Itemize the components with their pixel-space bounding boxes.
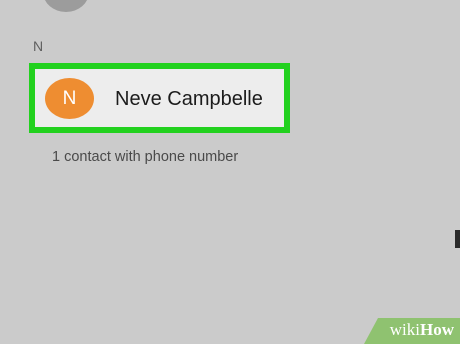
contact-count-label: 1 contact with phone number (52, 149, 239, 165)
contact-name: Neve Campbelle (115, 88, 263, 110)
previous-contact-avatar[interactable] (43, 0, 89, 12)
contact-list-item[interactable]: N Neve Campbelle (29, 63, 290, 133)
section-header-letter: N (33, 38, 44, 54)
watermark-wiki-text: wiki (389, 320, 420, 339)
wikihow-watermark: wikiHow (390, 320, 454, 340)
scroll-indicator[interactable] (455, 230, 460, 248)
watermark-how-text: How (420, 320, 454, 339)
contact-avatar: N (45, 78, 94, 119)
